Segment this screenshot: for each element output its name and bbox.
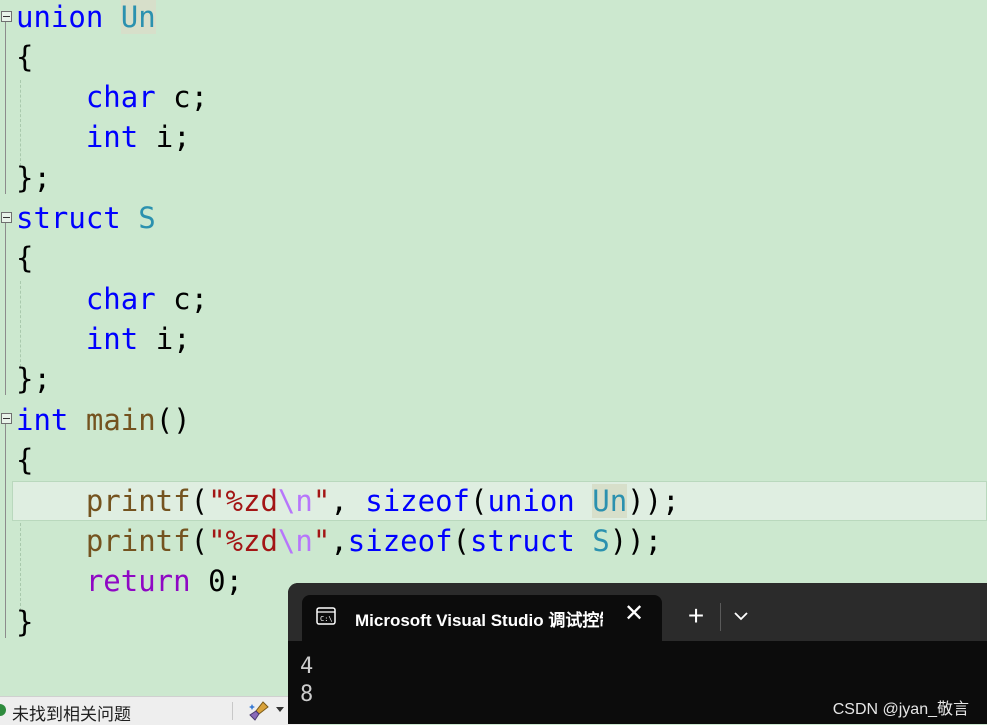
code-line-3[interactable]: char c; [16, 77, 208, 117]
fold-scope-line [5, 22, 6, 194]
member: i; [138, 322, 191, 356]
tab-debug-console[interactable]: C:\ Microsoft Visual Studio 调试控制台 ✕ [302, 595, 662, 641]
code-line-13[interactable]: printf("%zd\n", sizeof(union Un)); [16, 481, 680, 521]
console-icon: C:\ [316, 607, 336, 625]
closing-parens: )); [609, 524, 663, 558]
comma: , [330, 484, 366, 518]
string-literal: " [312, 524, 331, 558]
keyword: int [16, 403, 69, 437]
keyword: sizeof [365, 484, 470, 518]
function-name: printf [85, 484, 191, 518]
keyword: char [85, 80, 156, 114]
keyword: union [487, 484, 575, 518]
escape-sequence: \n [277, 524, 313, 558]
return-keyword: return [85, 564, 191, 598]
brace: { [16, 443, 34, 477]
status-message[interactable]: 未找到相关问题 [12, 700, 131, 725]
return-value: 0; [190, 564, 243, 598]
code-line-7[interactable]: { [16, 238, 33, 278]
member: i; [138, 120, 191, 154]
type-name: Un [592, 484, 628, 518]
type-name: Un [120, 0, 156, 34]
brace: }; [16, 362, 51, 396]
status-separator [232, 702, 233, 720]
code-line-10[interactable]: }; [16, 359, 51, 399]
code-line-14[interactable]: printf("%zd\n",sizeof(struct S)); [16, 521, 662, 561]
code-line-6[interactable]: struct S [16, 198, 156, 238]
brace: { [16, 241, 34, 275]
fold-minus-icon[interactable] [1, 212, 12, 223]
comma: , [330, 524, 348, 558]
code-line-15[interactable]: return 0; [16, 561, 243, 601]
code-line-16[interactable]: } [16, 602, 33, 642]
chevron-down-icon[interactable] [732, 609, 750, 623]
brace: } [16, 605, 34, 639]
console-output: 4 8 [300, 654, 314, 707]
brace: { [16, 40, 34, 74]
keyword: struct [470, 524, 575, 558]
code-line-12[interactable]: { [16, 440, 33, 480]
escape-sequence: \n [277, 484, 313, 518]
type-name: S [138, 201, 156, 235]
code-line-11[interactable]: int main() [16, 400, 191, 440]
keyword: union [16, 0, 104, 34]
tab-divider [720, 603, 721, 631]
tab-title: Microsoft Visual Studio 调试控制台 [355, 611, 603, 630]
debug-console-window[interactable]: C:\ Microsoft Visual Studio 调试控制台 ✕ + 4 … [288, 583, 987, 724]
keyword: int [85, 322, 139, 356]
closing-parens: )); [627, 484, 680, 518]
svg-text:C:\: C:\ [320, 615, 333, 623]
string-literal: " [312, 484, 331, 518]
fold-scope-line [5, 223, 6, 395]
plus-icon[interactable]: + [684, 601, 708, 631]
status-ok-icon [0, 704, 6, 716]
chevron-down-icon[interactable] [276, 707, 284, 712]
code-line-4[interactable]: int i; [16, 117, 191, 157]
parens: () [155, 403, 191, 437]
cleanup-brush-icon[interactable] [248, 700, 270, 722]
fold-scope-line [5, 424, 6, 638]
status-bar: 未找到相关问题 [0, 696, 310, 725]
member: c; [155, 282, 209, 316]
keyword: sizeof [347, 524, 453, 558]
paren: ( [452, 524, 471, 558]
function-name: main [85, 403, 156, 437]
code-line-1[interactable]: union Un [16, 0, 156, 37]
code-line-9[interactable]: int i; [16, 319, 191, 359]
fold-minus-icon[interactable] [1, 11, 12, 22]
function-name: printf [85, 524, 191, 558]
code-line-8[interactable]: char c; [16, 279, 208, 319]
code-line-2[interactable]: { [16, 37, 33, 77]
fold-minus-icon[interactable] [1, 413, 12, 424]
keyword: char [85, 282, 156, 316]
close-icon[interactable]: ✕ [622, 599, 646, 629]
brace: }; [16, 161, 51, 195]
code-line-5[interactable]: }; [16, 158, 51, 198]
watermark: CSDN @jyan_敬言 [832, 701, 969, 718]
paren: ( [470, 484, 488, 518]
string-literal: "%zd [208, 484, 278, 518]
terminal-tabstrip: C:\ Microsoft Visual Studio 调试控制台 ✕ + [288, 583, 987, 641]
type-name: S [592, 524, 610, 558]
keyword: int [85, 120, 139, 154]
keyword: struct [16, 201, 121, 235]
paren: ( [190, 484, 209, 518]
paren: ( [190, 524, 209, 558]
member: c; [155, 80, 209, 114]
string-literal: "%zd [208, 524, 278, 558]
